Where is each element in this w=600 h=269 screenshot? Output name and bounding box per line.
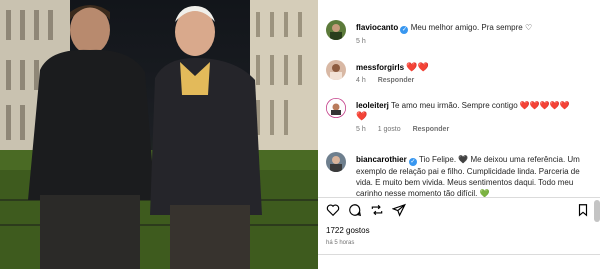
comment-item: flaviocanto ✓ Meu melhor amigo. Pra semp… xyxy=(326,20,596,50)
verified-badge-icon: ✓ xyxy=(408,158,417,166)
post-time: há 5 horas xyxy=(326,240,355,246)
comment-time[interactable]: 4 h xyxy=(356,77,366,84)
comment-username[interactable]: leoleiterj xyxy=(356,101,389,110)
comment-item: leoleiterj Te amo meu irmão. Sempre cont… xyxy=(326,98,596,140)
avatar[interactable] xyxy=(326,152,346,172)
comment-text: ❤️❤️ xyxy=(406,62,429,72)
heart-outline-icon[interactable] xyxy=(326,203,340,217)
paper-plane-icon[interactable] xyxy=(392,203,406,217)
comment-text-continued: ❤️ xyxy=(356,111,368,121)
comment-time[interactable]: 5 h xyxy=(356,38,366,45)
reply-button[interactable]: Responder xyxy=(378,77,415,84)
bookmark-icon[interactable] xyxy=(576,203,590,217)
avatar[interactable] xyxy=(326,60,346,80)
comment-username[interactable]: biancarothier xyxy=(356,155,407,164)
comment-username[interactable]: flaviocanto xyxy=(356,23,398,32)
comment-item: messforgirls ❤️❤️ 4 h Responder xyxy=(326,60,596,90)
comments-panel: flaviocanto ✓ Meu melhor amigo. Pra semp… xyxy=(318,0,600,269)
verified-badge-icon: ✓ xyxy=(400,26,409,34)
scrollbar[interactable] xyxy=(594,200,600,222)
likes-count[interactable]: 1722 gostos xyxy=(326,226,370,235)
action-bar xyxy=(326,203,600,219)
comment-item: biancarothier ✓ Tio Felipe. 🖤 Me deixou … xyxy=(326,152,596,198)
photo-illustration xyxy=(0,0,318,269)
divider xyxy=(318,197,600,198)
avatar[interactable] xyxy=(326,20,346,40)
comment-likes[interactable]: 1 gosto xyxy=(378,126,401,133)
comment-text: Te amo meu irmão. Sempre contigo ❤️❤️❤️❤… xyxy=(390,101,570,110)
comment-bubble-icon[interactable] xyxy=(348,203,362,217)
comment-text: Meu melhor amigo. Pra sempre ♡ xyxy=(410,23,533,32)
avatar[interactable] xyxy=(326,98,346,118)
post-photo[interactable] xyxy=(0,0,318,269)
comment-time[interactable]: 5 h xyxy=(356,126,366,133)
reply-button[interactable]: Responder xyxy=(413,126,450,133)
share-repost-icon[interactable] xyxy=(370,203,384,217)
comment-username[interactable]: messforgirls xyxy=(356,63,404,72)
divider xyxy=(318,254,600,255)
